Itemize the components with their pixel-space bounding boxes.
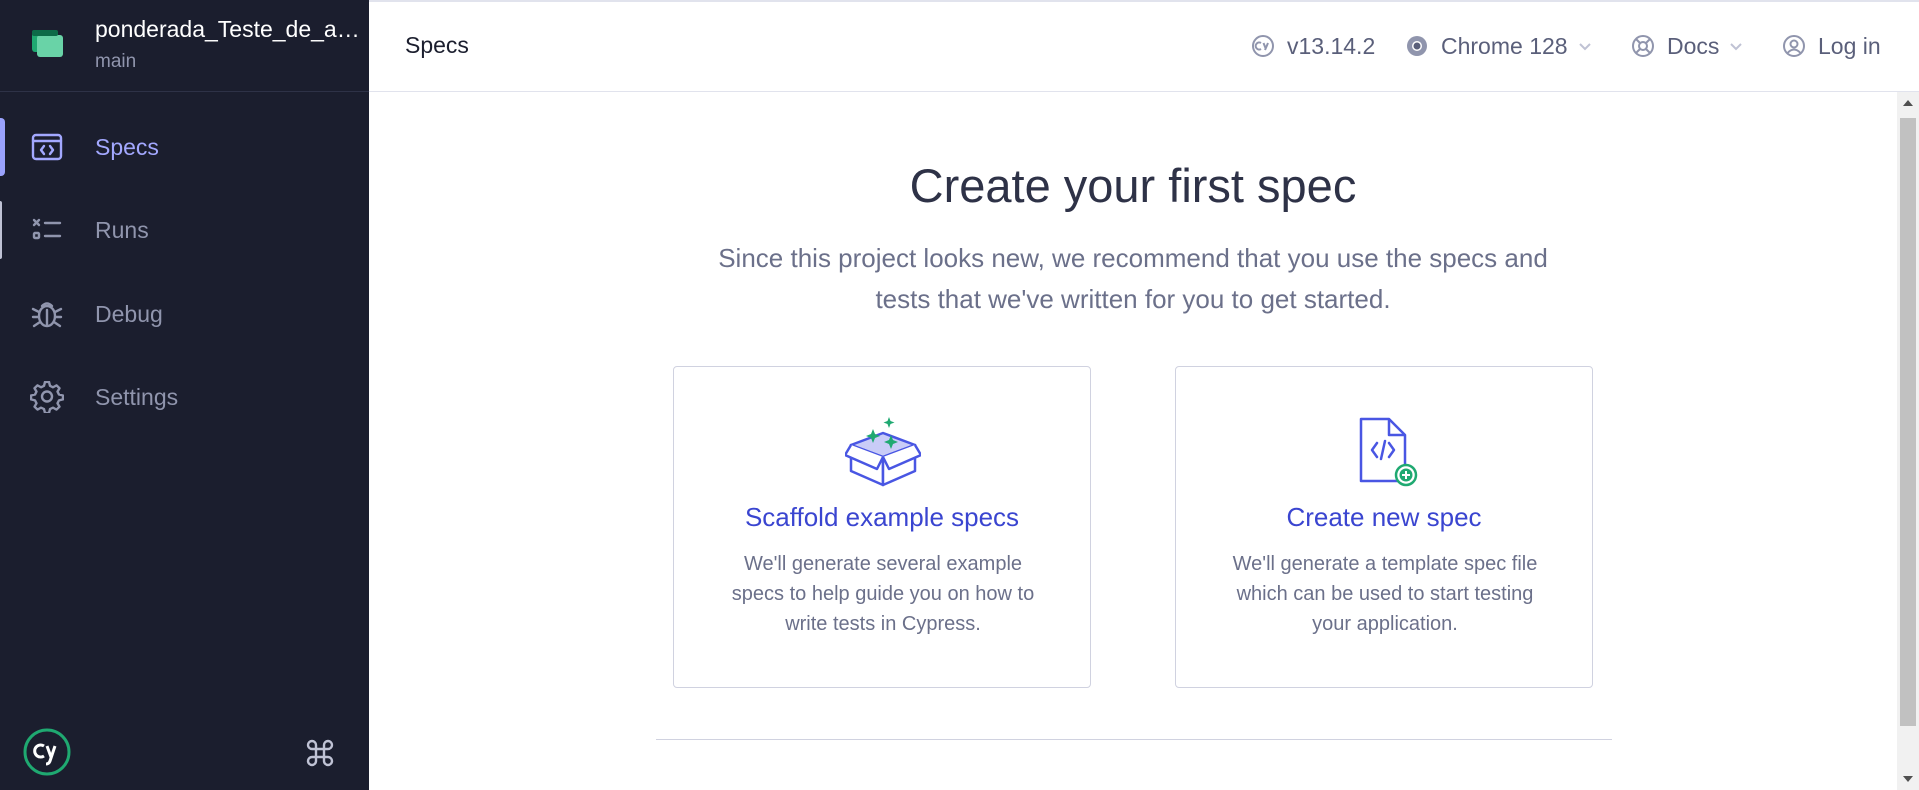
project-switcher[interactable]: ponderada_Teste_de_ap... main	[0, 0, 369, 92]
login-button[interactable]: Log in	[1782, 30, 1881, 62]
cypress-logo-icon[interactable]	[22, 727, 72, 777]
sidebar-item-label: Specs	[95, 134, 159, 160]
card-description: We'll generate a template spec file whic…	[1232, 553, 1538, 635]
sidebar-item-debug[interactable]: Debug	[0, 283, 369, 345]
scrollbar-thumb[interactable]	[1900, 118, 1916, 726]
sidebar-item-specs[interactable]: Specs	[0, 116, 369, 178]
login-label: Log in	[1818, 32, 1881, 59]
version-button[interactable]: v13.14.2	[1251, 30, 1375, 62]
card-description: We'll generate several example specs to …	[731, 553, 1035, 635]
chrome-icon	[1407, 36, 1427, 56]
scroll-up-arrow-icon[interactable]	[1903, 100, 1913, 106]
debug-icon	[31, 302, 63, 328]
project-branch: main	[95, 51, 137, 72]
card-title: Create new spec	[1286, 502, 1482, 532]
user-icon	[1783, 35, 1805, 57]
chevron-down-icon	[1578, 43, 1591, 51]
runs-icon	[32, 218, 62, 240]
docs-dropdown[interactable]: Docs	[1631, 30, 1743, 62]
create-new-spec-card[interactable]: Create new spec We'll generate a templat…	[1175, 366, 1593, 688]
main-heading: Create your first spec	[909, 159, 1357, 212]
sidebar-item-label: Runs	[95, 217, 149, 243]
sidebar: ponderada_Teste_de_ap... main Specs Runs	[0, 0, 369, 790]
keyboard-shortcuts-icon[interactable]	[305, 738, 335, 768]
top-header: Specs v13.14.2 Chrome 128 Docs Log in	[369, 0, 1919, 92]
active-indicator	[0, 118, 5, 176]
new-file-icon	[1359, 417, 1418, 487]
version-label: v13.14.2	[1287, 32, 1376, 59]
chevron-down-icon	[1730, 43, 1743, 51]
project-icon	[32, 30, 63, 57]
gear-icon	[30, 381, 64, 413]
main-description: Since this project looks new, we recomme…	[718, 243, 1548, 314]
hover-indicator	[0, 201, 2, 259]
sidebar-item-runs[interactable]: Runs	[0, 199, 369, 261]
browser-label: Chrome 128	[1441, 32, 1568, 59]
specs-icon	[31, 133, 63, 161]
docs-lifebuoy-icon	[1632, 35, 1654, 57]
project-name: ponderada_Teste_de_ap...	[95, 16, 365, 42]
box-sparkle-icon	[845, 417, 921, 487]
docs-label: Docs	[1667, 32, 1720, 59]
cypress-version-icon	[1252, 35, 1274, 57]
sidebar-item-label: Debug	[95, 301, 163, 327]
page-title: Specs	[405, 32, 469, 58]
vertical-scrollbar[interactable]	[1897, 92, 1919, 790]
section-divider	[656, 739, 1612, 740]
scaffold-example-specs-card[interactable]: Scaffold example specs We'll generate se…	[673, 366, 1091, 688]
sidebar-item-settings[interactable]: Settings	[0, 366, 369, 428]
scroll-down-arrow-icon[interactable]	[1903, 776, 1913, 782]
sidebar-item-label: Settings	[95, 384, 179, 410]
browser-dropdown[interactable]: Chrome 128	[1405, 30, 1592, 62]
card-title: Scaffold example specs	[744, 502, 1020, 532]
